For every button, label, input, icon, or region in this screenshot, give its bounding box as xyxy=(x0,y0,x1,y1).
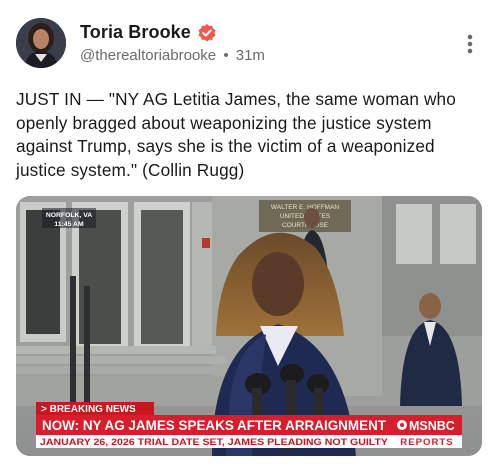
more-vertical-icon[interactable] xyxy=(462,32,478,56)
verified-badge-icon xyxy=(197,23,217,43)
author-handle[interactable]: @therealtoriabrooke xyxy=(80,47,216,64)
time-label: 11:45 AM xyxy=(54,221,84,228)
video-player[interactable]: WALTER E. HOFFMAN UNITED STATES COURTHOU… xyxy=(16,196,482,456)
headline-text: NOW: NY AG JAMES SPEAKS AFTER ARRAIGNMEN… xyxy=(42,418,387,433)
network-subtitle: REPORTS xyxy=(400,437,453,448)
peacock-logo-icon xyxy=(397,420,407,430)
avatar[interactable] xyxy=(16,18,66,68)
post-header: Toria Brooke @therealtoriabrooke • 31m xyxy=(16,18,484,70)
post-meta: @therealtoriabrooke • 31m xyxy=(80,47,265,64)
meta-separator: • xyxy=(223,47,229,64)
social-post: Toria Brooke @therealtoriabrooke • 31m J… xyxy=(0,0,500,476)
courthouse-sign-line1: WALTER E. HOFFMAN xyxy=(271,204,340,211)
location-label: NORFOLK, VA xyxy=(46,212,92,219)
breaking-news-label: > BREAKING NEWS xyxy=(41,404,136,415)
ticker-text: JANUARY 26, 2026 TRIAL DATE SET, JAMES P… xyxy=(40,437,388,447)
post-timestamp[interactable]: 31m xyxy=(236,47,265,64)
network-name: MSNBC xyxy=(409,419,455,433)
author-name[interactable]: Toria Brooke xyxy=(80,22,191,43)
author-row: Toria Brooke xyxy=(80,22,217,43)
post-text: JUST IN — "NY AG Letitia James, the same… xyxy=(16,89,456,180)
